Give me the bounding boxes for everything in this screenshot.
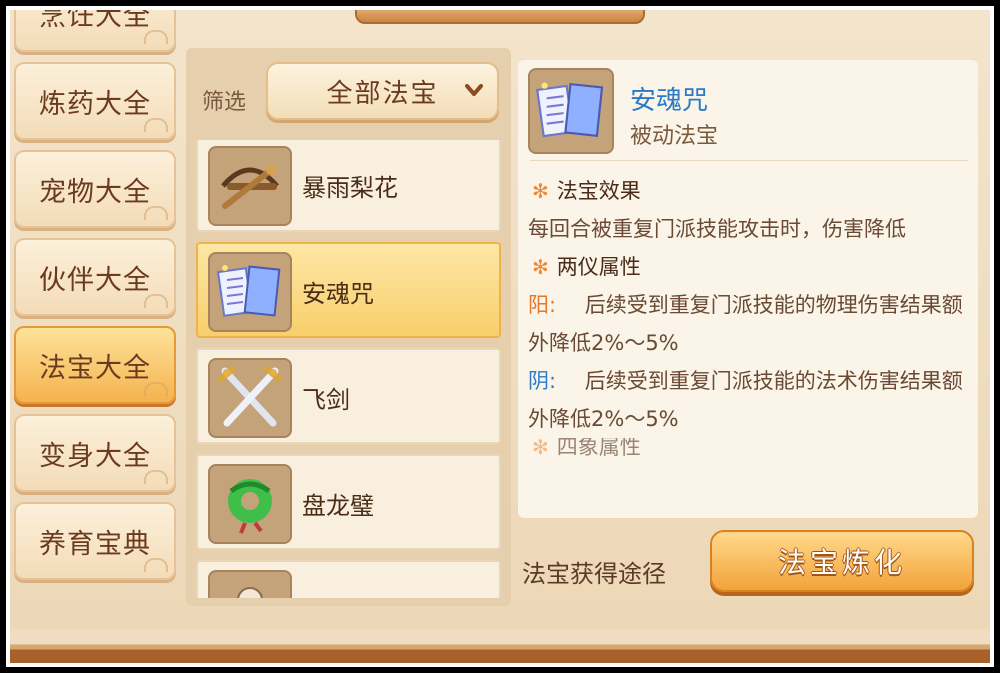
list-item[interactable]: 飞剑 <box>196 348 501 444</box>
treasure-detail-panel: 安魂咒 被动法宝 ✻ 法宝效果 每回合被重复门派技能攻击时，伤害降低 ✻ 两仪属… <box>518 60 978 518</box>
section-effect-title: 法宝效果 <box>556 179 641 203</box>
category-cooking[interactable]: 烹饪大全 <box>14 10 176 52</box>
detail-divider <box>530 160 968 161</box>
item-name: 飞剑 <box>302 386 350 414</box>
scroll-book-icon <box>528 68 614 154</box>
treasure-list[interactable]: 暴雨梨花 安魂咒 飞剑 盘龙璧 <box>196 140 501 598</box>
top-ornament <box>355 10 645 24</box>
item-name: 盘龙璧 <box>302 492 374 520</box>
section-two-title: 两仪属性 <box>556 255 641 279</box>
category-partners[interactable]: 伙伴大全 <box>14 238 176 316</box>
section-four-heading: ✻ 四象属性 <box>528 438 968 456</box>
crossed-swords-icon <box>208 358 292 438</box>
section-effect-heading: ✻ 法宝效果 <box>528 172 968 210</box>
category-pets[interactable]: 宠物大全 <box>14 150 176 228</box>
filter-label: 筛选 <box>202 90 247 115</box>
category-transform[interactable]: 变身大全 <box>14 414 176 492</box>
chevron-down-icon <box>465 82 483 103</box>
detail-subtitle: 被动法宝 <box>630 124 719 149</box>
game-window: 烹饪大全 炼药大全 宠物大全 伙伴大全 法宝大全 变身大全 养育宝典 筛选 全部… <box>10 10 990 663</box>
effect-text: 每回合被重复门派技能攻击时，伤害降低 <box>528 217 906 241</box>
treasure-list-panel: 筛选 全部法宝 暴雨梨花 安魂咒 飞剑 盘龙璧 <box>186 48 511 606</box>
crossbow-icon <box>208 146 292 226</box>
detail-title: 安魂咒 <box>630 86 709 116</box>
section-four-title: 四象属性 <box>556 438 641 456</box>
yang-row: 阳: 后续受到重复门派技能的物理伤害结果额外降低2%～5% <box>528 286 968 362</box>
yin-label: 阴: <box>528 369 557 393</box>
item-name: 暴雨梨花 <box>302 174 398 202</box>
flower-icon: ✻ <box>532 438 549 456</box>
yin-row: 阴: 后续受到重复门派技能的法术伤害结果额外降低2%～5% <box>528 362 968 438</box>
jade-dragon-icon <box>208 464 292 544</box>
list-item[interactable] <box>196 560 501 598</box>
category-alchemy[interactable]: 炼药大全 <box>14 62 176 140</box>
bottom-frame-bar <box>10 629 990 663</box>
flower-icon: ✻ <box>532 179 549 203</box>
yang-text: 后续受到重复门派技能的物理伤害结果额外降低2%～5% <box>528 293 963 355</box>
list-item[interactable]: 盘龙璧 <box>196 454 501 550</box>
refine-button[interactable]: 法宝炼化 <box>710 530 974 592</box>
screenshot-frame: 烹饪大全 炼药大全 宠物大全 伙伴大全 法宝大全 变身大全 养育宝典 筛选 全部… <box>6 6 994 667</box>
flower-icon: ✻ <box>532 255 549 279</box>
list-item-selected[interactable]: 安魂咒 <box>196 242 501 338</box>
category-treasures[interactable]: 法宝大全 <box>14 326 176 404</box>
scroll-book-icon <box>208 252 292 332</box>
yang-label: 阳: <box>528 293 557 317</box>
source-link[interactable]: 法宝获得途径 <box>522 554 666 589</box>
list-item[interactable]: 暴雨梨花 <box>196 140 501 232</box>
filter-dropdown[interactable]: 全部法宝 <box>266 62 499 120</box>
detail-body[interactable]: ✻ 法宝效果 每回合被重复门派技能攻击时，伤害降低 ✻ 两仪属性 阳: 后续受到… <box>528 172 968 456</box>
filter-selected-value: 全部法宝 <box>326 78 439 109</box>
yin-text: 后续受到重复门派技能的法术伤害结果额外降低2%～5% <box>528 369 963 431</box>
category-nurture[interactable]: 养育宝典 <box>14 502 176 580</box>
item-name: 安魂咒 <box>302 280 374 308</box>
section-two-heading: ✻ 两仪属性 <box>528 248 968 286</box>
figure-icon <box>208 570 292 598</box>
